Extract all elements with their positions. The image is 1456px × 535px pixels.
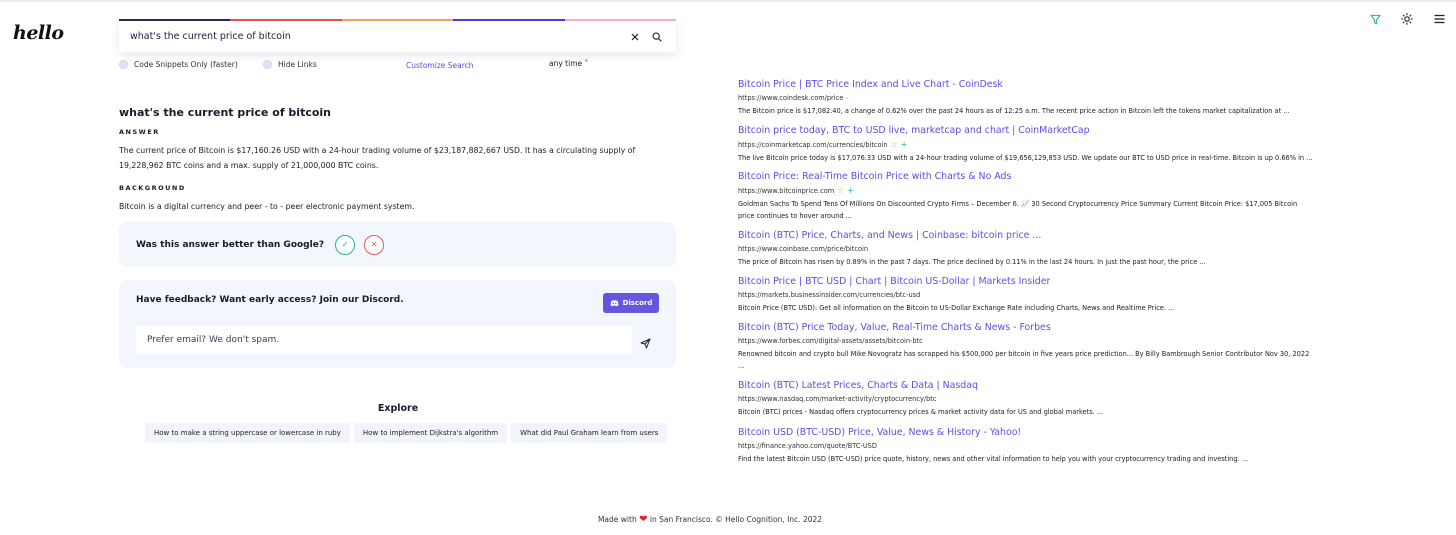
background-label: BACKGROUND: [119, 184, 186, 192]
result-title-link[interactable]: Bitcoin (BTC) Price Today, Value, Real-T…: [738, 322, 1318, 333]
plus-icon[interactable]: +: [901, 140, 908, 149]
search-options: Code Snippets Only (faster) Hide Links C…: [119, 59, 676, 73]
code-snippets-label: Code Snippets Only (faster): [134, 60, 238, 69]
answer-panel: what's the current price of bitcoin ANSW…: [119, 106, 676, 225]
result-url[interactable]: https://www.coindesk.com/price: [738, 94, 843, 102]
answer-text: The current price of Bitcoin is $17,160.…: [119, 146, 636, 170]
result-description: Find the latest Bitcoin USD (BTC-USD) pr…: [738, 455, 1249, 463]
result-description: Bitcoin (BTC) prices - Nasdaq offers cry…: [738, 408, 1104, 416]
footer: Made with ❤ in San Francisco. © Hello Co…: [0, 514, 1420, 525]
explore-title: Explore: [377, 403, 419, 414]
feedback-card: Have feedback? Want early access? Join o…: [119, 280, 676, 368]
check-icon: ✓: [341, 240, 349, 249]
result-url[interactable]: https://markets.businessinsider.com/curr…: [738, 291, 920, 299]
feedback-prompt: Have feedback? Want early access? Join o…: [136, 295, 404, 305]
filter-icon[interactable]: [1368, 12, 1382, 26]
search-icon[interactable]: [648, 28, 666, 46]
rating-card: Was this answer better than Google? ✓ ✕: [119, 222, 676, 267]
result-item: Bitcoin (BTC) Latest Prices, Charts & Da…: [738, 380, 1318, 418]
result-title-link[interactable]: Bitcoin (BTC) Price, Charts, and News | …: [738, 230, 1318, 241]
explore-chip[interactable]: How to implement Dijkstra's algorithm: [353, 423, 508, 443]
result-url[interactable]: https://www.forbes.com/digital-assets/as…: [738, 337, 923, 345]
result-title-link[interactable]: Bitcoin Price | BTC Price Index and Live…: [738, 79, 1318, 90]
footer-text-before: Made with: [597, 515, 637, 524]
result-item: Bitcoin (BTC) Price, Charts, and News | …: [738, 230, 1318, 268]
star-icon[interactable]: ☆: [891, 140, 898, 149]
result-item: Bitcoin USD (BTC-USD) Price, Value, News…: [738, 427, 1318, 465]
result-description: The live Bitcoin price today is $17,076.…: [738, 154, 1313, 162]
email-field[interactable]: [136, 326, 632, 354]
result-url[interactable]: https://www.bitcoinprice.com: [738, 187, 834, 195]
hide-links-label: Hide Links: [278, 60, 317, 69]
close-icon: ✕: [370, 240, 378, 249]
result-url[interactable]: https://www.coinbase.com/price/bitcoin: [738, 245, 868, 253]
star-icon[interactable]: ☆: [837, 186, 844, 195]
result-description: Renowned bitcoin and crypto bull Mike No…: [738, 350, 1310, 370]
result-title-link[interactable]: Bitcoin price today, BTC to USD live, ma…: [738, 125, 1318, 136]
customize-search-link[interactable]: Customize Search: [406, 61, 474, 70]
result-item: Bitcoin Price | BTC USD | Chart | Bitcoi…: [738, 276, 1318, 314]
search-bar: [119, 19, 677, 52]
answer-label: ANSWER: [119, 128, 160, 136]
radio-icon[interactable]: [263, 60, 272, 69]
result-title-link[interactable]: Bitcoin USD (BTC-USD) Price, Value, News…: [738, 427, 1318, 438]
top-toolbar: [1368, 12, 1446, 26]
background-text: Bitcoin is a digital currency and peer -…: [119, 202, 415, 211]
answer-question: what's the current price of bitcoin: [119, 106, 332, 119]
result-description: Goldman Sachs To Spend Tens Of Millions …: [738, 200, 1298, 220]
chevron-down-icon: ˅: [582, 59, 589, 68]
result-url[interactable]: https://www.nasdaq.com/market-activity/c…: [738, 395, 936, 403]
explore-chip[interactable]: What did Paul Graham learn from users: [511, 423, 668, 443]
menu-icon[interactable]: [1432, 12, 1446, 26]
result-description: Bitcoin Price (BTC USD): Get all informa…: [738, 304, 1175, 312]
result-description: The Bitcoin price is $17,082.40, a chang…: [738, 107, 1290, 115]
discord-label: Discord: [622, 299, 653, 307]
clear-icon[interactable]: [626, 28, 644, 46]
top-border: [0, 0, 1456, 2]
explore-chips: How to make a string uppercase or lowerc…: [145, 423, 668, 443]
minus-icon[interactable]: -: [846, 94, 849, 102]
code-snippets-toggle[interactable]: Code Snippets Only (faster): [119, 60, 238, 69]
result-description: The price of Bitcoin has risen by 0.89% …: [738, 258, 1206, 266]
search-input[interactable]: [130, 31, 622, 42]
thumbs-up-button[interactable]: ✓: [335, 234, 356, 255]
plus-icon[interactable]: +: [847, 186, 854, 195]
time-filter-dropdown[interactable]: any time ˅: [549, 59, 588, 68]
result-item: Bitcoin Price: Real-Time Bitcoin Price w…: [738, 171, 1318, 222]
footer-text-after: in San Francisco. © Hello Cognition, Inc…: [649, 515, 823, 524]
result-title-link[interactable]: Bitcoin (BTC) Latest Prices, Charts & Da…: [738, 380, 1318, 391]
result-item: Bitcoin Price | BTC Price Index and Live…: [738, 79, 1318, 117]
logo[interactable]: hello: [13, 22, 64, 44]
heart-icon: ❤: [639, 514, 648, 525]
radio-icon[interactable]: [119, 60, 128, 69]
sun-icon[interactable]: [1400, 12, 1414, 26]
result-item: Bitcoin price today, BTC to USD live, ma…: [738, 125, 1318, 164]
hide-links-toggle[interactable]: Hide Links: [263, 60, 317, 69]
discord-icon: [610, 299, 619, 306]
thumbs-down-button[interactable]: ✕: [364, 234, 385, 255]
result-title-link[interactable]: Bitcoin Price: Real-Time Bitcoin Price w…: [738, 171, 1318, 182]
result-title-link[interactable]: Bitcoin Price | BTC USD | Chart | Bitcoi…: [738, 276, 1318, 287]
send-icon[interactable]: [640, 334, 652, 349]
discord-button[interactable]: Discord: [603, 293, 659, 313]
time-filter-label: any time: [549, 59, 583, 68]
explore-section: Explore How to make a string uppercase o…: [119, 403, 676, 443]
explore-chip[interactable]: How to make a string uppercase or lowerc…: [145, 423, 350, 443]
result-item: Bitcoin (BTC) Price Today, Value, Real-T…: [738, 322, 1318, 372]
result-url[interactable]: https://finance.yahoo.com/quote/BTC-USD: [738, 442, 877, 450]
rainbow-strip: [119, 19, 677, 21]
result-url[interactable]: https://coinmarketcap.com/currencies/bit…: [738, 141, 888, 149]
rating-question: Was this answer better than Google?: [136, 239, 325, 250]
